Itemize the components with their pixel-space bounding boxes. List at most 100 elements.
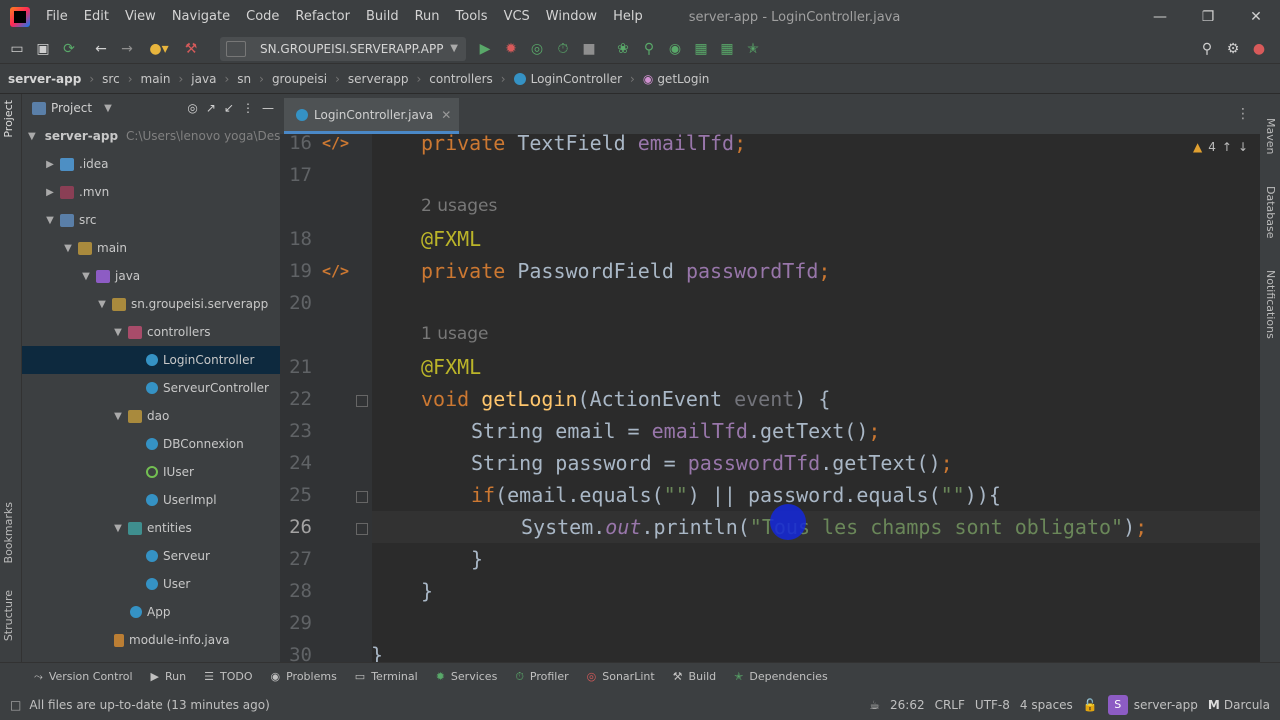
chevron-down-icon[interactable]: ▼ (28, 131, 36, 142)
tool-problems[interactable]: ◉ Problems (270, 670, 336, 683)
menu-edit[interactable]: Edit (76, 0, 117, 34)
tree-item-iuser[interactable]: IUser (22, 458, 280, 486)
debug-bug-icon[interactable]: ✹ (498, 36, 524, 62)
expand-all-icon[interactable]: ↗ (206, 101, 216, 115)
run-configuration-selector[interactable]: SN.GROUPEISI.SERVERAPP.APP ▼ (220, 36, 466, 61)
file-encoding[interactable]: UTF-8 (975, 698, 1010, 712)
inspection-widget[interactable]: ▲ 4 ↑ ↓ (1193, 140, 1248, 154)
menu-navigate[interactable]: Navigate (164, 0, 238, 34)
database-tool-tab[interactable]: Database (1264, 186, 1277, 239)
project-widget[interactable]: Sserver-app (1107, 695, 1198, 715)
tool-sonarlint[interactable]: ◎ SonarLint (587, 670, 655, 683)
breadcrumb-java[interactable]: java (191, 72, 216, 86)
menu-tools[interactable]: Tools (448, 0, 496, 34)
users-icon[interactable]: ●▾ (146, 36, 172, 62)
plugin-puzzle-icon[interactable]: ✭ (740, 36, 766, 62)
usage-hint[interactable]: 2 usages (421, 196, 497, 216)
menu-vcs[interactable]: VCS (496, 0, 538, 34)
chevron-down-icon[interactable]: ▼ (104, 103, 112, 114)
search-icon[interactable]: ⚲ (1194, 36, 1220, 62)
grid-icon[interactable]: ▦ (714, 36, 740, 62)
menu-build[interactable]: Build (358, 0, 407, 34)
coffee-icon[interactable]: ☕ (869, 698, 880, 712)
maven-tool-tab[interactable]: Maven (1264, 118, 1277, 154)
menu-run[interactable]: Run (407, 0, 448, 34)
collapse-all-icon[interactable]: ↙ (224, 101, 234, 115)
theme-widget[interactable]: M Darcula (1208, 698, 1270, 712)
chevron-down-icon[interactable]: ▼ (62, 243, 74, 254)
fold-icon[interactable] (356, 523, 368, 535)
breadcrumb-groupeisi[interactable]: groupeisi (272, 72, 327, 86)
tree-item-serveurcontroller[interactable]: ServeurController (22, 374, 280, 402)
sonarlint-icon[interactable]: ❀ (610, 36, 636, 62)
tree-item-package[interactable]: ▼ sn.groupeisi.serverapp (22, 290, 280, 318)
status-message-area[interactable]: □ All files are up-to-date (13 minutes a… (10, 698, 270, 712)
next-highlight-icon[interactable]: ↓ (1238, 140, 1248, 154)
tree-item-server-app[interactable]: ▼ server-app C:\Users\lenovo yoga\Deskto (22, 122, 280, 150)
chevron-down-icon[interactable]: ▼ (96, 299, 108, 310)
more-options-icon[interactable]: ⋮ (1236, 106, 1250, 122)
tree-item-java[interactable]: ▼ java (22, 262, 280, 290)
run-icon[interactable]: ▶ (472, 36, 498, 62)
chevron-down-icon[interactable]: ▼ (112, 327, 124, 338)
usage-hint[interactable]: 1 usage (421, 324, 489, 344)
locate-target-icon[interactable]: ◎ (187, 101, 197, 115)
code-editor[interactable]: ▲ 4 ↑ ↓ 16 17 18 19 20 21 22 23 24 25 26… (280, 134, 1260, 662)
tree-item-main[interactable]: ▼ main (22, 234, 280, 262)
structure-tool-tab[interactable]: Structure (2, 590, 15, 641)
ai-assistant-icon[interactable]: ◉ (662, 36, 688, 62)
breadcrumb-serverapp[interactable]: serverapp (348, 72, 409, 86)
tree-item-entities[interactable]: ▼ entities (22, 514, 280, 542)
close-icon[interactable]: ✕ (441, 108, 451, 122)
build-hammer-icon[interactable]: ⚒ (178, 36, 204, 62)
breadcrumb-src[interactable]: src (102, 72, 120, 86)
profile-icon[interactable]: ⏱ (550, 36, 576, 62)
line-separator[interactable]: CRLF (935, 698, 965, 712)
restore-icon[interactable]: ❐ (1184, 0, 1232, 34)
menu-help[interactable]: Help (605, 0, 651, 34)
jetbrains-toolbox-icon[interactable]: ● (1246, 36, 1272, 62)
tool-build[interactable]: ⚒ Build (673, 670, 717, 683)
breadcrumb-class[interactable]: LoginController (531, 72, 622, 86)
tree-item-user[interactable]: User (22, 570, 280, 598)
fxml-link-icon[interactable]: </> (322, 134, 349, 152)
forward-arrow-icon[interactable]: → (114, 36, 140, 62)
menu-code[interactable]: Code (238, 0, 287, 34)
breadcrumb-main[interactable]: main (141, 72, 171, 86)
tool-run[interactable]: ▶ Run (151, 670, 187, 683)
open-folder-icon[interactable]: ▭ (4, 36, 30, 62)
menu-file[interactable]: File (38, 0, 76, 34)
minimize-icon[interactable]: — (1136, 0, 1184, 34)
sync-icon[interactable]: ⟳ (56, 36, 82, 62)
options-menu-icon[interactable]: ⋮ (242, 101, 254, 115)
close-window-icon[interactable]: ✕ (1232, 0, 1280, 34)
tree-item-src[interactable]: ▼ src (22, 206, 280, 234)
tool-version-control[interactable]: ⤳ Version Control (34, 670, 133, 684)
stop-icon[interactable]: ■ (576, 36, 602, 62)
breadcrumb-controllers[interactable]: controllers (429, 72, 493, 86)
tool-todo[interactable]: ☰ TODO (204, 670, 252, 683)
breadcrumb-method[interactable]: getLogin (657, 72, 709, 86)
tree-item-userimpl[interactable]: UserImpl (22, 486, 280, 514)
indent-setting[interactable]: 4 spaces (1020, 698, 1073, 712)
inspect-icon[interactable]: ⚲ (636, 36, 662, 62)
tree-item-dao[interactable]: ▼ dao (22, 402, 280, 430)
breadcrumb-project[interactable]: server-app (8, 72, 81, 86)
previous-highlight-icon[interactable]: ↑ (1222, 140, 1232, 154)
hide-panel-icon[interactable]: — (262, 101, 274, 115)
chevron-right-icon[interactable]: ▶ (44, 159, 56, 170)
tree-item-module-info[interactable]: module-info.java (22, 626, 280, 654)
breadcrumb-sn[interactable]: sn (237, 72, 251, 86)
menu-refactor[interactable]: Refactor (287, 0, 358, 34)
fold-icon[interactable] (356, 491, 368, 503)
tree-item-idea[interactable]: ▶ .idea (22, 150, 280, 178)
bookmarks-tool-tab[interactable]: Bookmarks (2, 502, 15, 563)
menu-view[interactable]: View (117, 0, 164, 34)
chevron-down-icon[interactable]: ▼ (44, 215, 56, 226)
chevron-right-icon[interactable]: ▶ (44, 187, 56, 198)
menu-window[interactable]: Window (538, 0, 605, 34)
save-icon[interactable]: ▣ (30, 36, 56, 62)
coverage-icon[interactable]: ◎ (524, 36, 550, 62)
tree-item-controllers[interactable]: ▼ controllers (22, 318, 280, 346)
tree-item-app[interactable]: App (22, 598, 280, 626)
